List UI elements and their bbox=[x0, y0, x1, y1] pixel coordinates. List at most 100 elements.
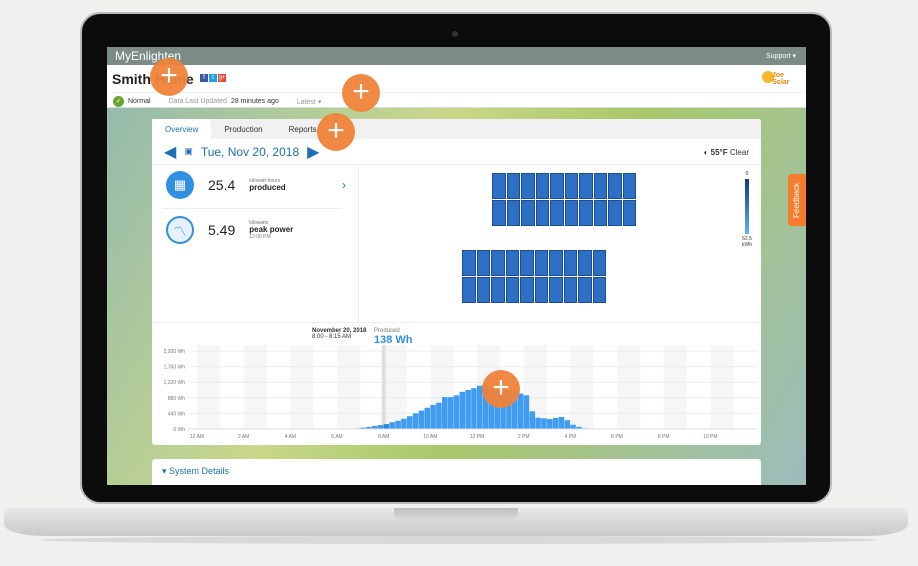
solar-panel[interactable] bbox=[592, 277, 606, 303]
chevron-right-icon[interactable]: › bbox=[342, 178, 346, 192]
solar-panel[interactable] bbox=[491, 250, 505, 276]
solar-panel[interactable] bbox=[534, 277, 548, 303]
latest-dropdown[interactable]: Latest ▾ bbox=[297, 98, 322, 106]
legend-gradient bbox=[745, 179, 749, 234]
heat-legend: 0 62.5 kWh bbox=[737, 171, 757, 248]
solar-panel[interactable] bbox=[505, 277, 519, 303]
top-bar: MyEnlighten Support ▾ bbox=[107, 47, 806, 65]
x-tick-label: 6 AM bbox=[331, 434, 342, 440]
chart-bar bbox=[401, 418, 407, 429]
peak-value: 5.49 bbox=[208, 222, 236, 238]
solar-panel[interactable] bbox=[563, 250, 577, 276]
solar-panel[interactable] bbox=[534, 250, 548, 276]
system-details-toggle[interactable]: ▾ System Details bbox=[152, 459, 761, 485]
chart-bar bbox=[552, 418, 559, 429]
grid-band bbox=[570, 345, 594, 429]
solar-panel[interactable] bbox=[476, 250, 490, 276]
support-menu[interactable]: Support ▾ bbox=[766, 52, 796, 60]
feedback-button[interactable]: Feedback bbox=[788, 174, 806, 226]
solar-panel[interactable] bbox=[506, 173, 520, 199]
solar-panel[interactable] bbox=[579, 173, 593, 199]
stats-panel: ▦ 25.4 kilowatt-hours produced › 〽 5.49 k… bbox=[152, 166, 359, 321]
solar-panel[interactable] bbox=[505, 250, 519, 276]
facebook-icon[interactable]: f bbox=[200, 74, 208, 82]
legend-unit: kWh bbox=[742, 242, 752, 248]
solar-panel[interactable] bbox=[564, 173, 578, 199]
peak-power-stat: 〽 5.49 kilowatts peak power 12:00 PM bbox=[166, 216, 293, 244]
solar-panel[interactable] bbox=[520, 250, 534, 276]
solar-panel[interactable] bbox=[549, 277, 563, 303]
chart-bar bbox=[547, 419, 553, 429]
solar-panel[interactable] bbox=[564, 200, 578, 226]
last-updated-value: 28 minutes ago bbox=[230, 98, 279, 105]
solar-panel[interactable] bbox=[608, 173, 622, 199]
panel-array-1[interactable] bbox=[492, 173, 636, 226]
solar-panel[interactable] bbox=[578, 277, 592, 303]
check-icon: ✓ bbox=[113, 96, 124, 107]
chart-bar bbox=[395, 420, 401, 429]
solar-panel[interactable] bbox=[476, 277, 490, 303]
x-tick-label: 10 AM bbox=[423, 434, 437, 440]
twitter-icon[interactable]: t bbox=[209, 74, 217, 82]
next-day-icon[interactable]: ▶ bbox=[307, 142, 319, 162]
solar-panel[interactable] bbox=[563, 277, 577, 303]
chart-bar bbox=[541, 418, 547, 429]
chart-bar bbox=[442, 397, 448, 429]
x-tick-label: 8 AM bbox=[378, 434, 389, 440]
solar-panel[interactable] bbox=[550, 173, 564, 199]
prev-day-icon[interactable]: ◀ bbox=[164, 142, 176, 162]
solar-panel[interactable] bbox=[491, 277, 505, 303]
solar-panel[interactable] bbox=[462, 250, 476, 276]
solar-panel[interactable] bbox=[521, 173, 535, 199]
date-bar: ◀ ▣ Tue, Nov 20, 2018 ▶ ◐ 55°F Clear bbox=[152, 139, 761, 165]
x-tick-label: 2 AM bbox=[238, 434, 249, 440]
chart-svg[interactable]: 0 Wh 440 Wh 880 Wh 1,320 Wh 1,760 Wh 2,200 Wh… bbox=[152, 323, 761, 446]
solar-panel[interactable] bbox=[549, 250, 563, 276]
tab-overview[interactable]: Overview bbox=[152, 119, 212, 139]
energy-produced-stat[interactable]: ▦ 25.4 kilowatt-hours produced › bbox=[166, 171, 346, 199]
chart-bar bbox=[558, 416, 565, 429]
social-links: f t g+ bbox=[200, 74, 226, 82]
grid-band bbox=[290, 345, 314, 429]
google-plus-icon[interactable]: g+ bbox=[218, 74, 226, 82]
solar-panel[interactable] bbox=[608, 200, 622, 226]
moon-icon: ◐ bbox=[703, 148, 709, 157]
solar-panel[interactable] bbox=[579, 200, 593, 226]
solar-panel[interactable] bbox=[535, 173, 549, 199]
chart-bar bbox=[465, 390, 471, 429]
solar-panel[interactable] bbox=[506, 200, 520, 226]
solar-panel[interactable] bbox=[593, 173, 607, 199]
solar-panel[interactable] bbox=[593, 200, 607, 226]
hotspot-marker[interactable]: + bbox=[317, 113, 355, 151]
solar-panel[interactable] bbox=[492, 173, 506, 199]
chart-bar bbox=[453, 395, 460, 429]
y-tick-label: 0 Wh bbox=[173, 427, 185, 433]
solar-panel[interactable] bbox=[520, 277, 534, 303]
solar-panel[interactable] bbox=[592, 250, 606, 276]
solar-panel[interactable] bbox=[550, 200, 564, 226]
solar-panel[interactable] bbox=[535, 200, 549, 226]
calendar-icon[interactable]: ▣ bbox=[184, 146, 193, 157]
peak-label: peak power bbox=[249, 225, 294, 234]
x-tick-label: 2 PM bbox=[518, 434, 530, 440]
solar-panel[interactable] bbox=[622, 200, 636, 226]
x-tick-label: 10 PM bbox=[703, 434, 717, 440]
chart-bar bbox=[459, 391, 466, 429]
solar-panel[interactable] bbox=[622, 173, 636, 199]
chart-bar bbox=[436, 402, 442, 429]
hotspot-marker[interactable]: + bbox=[482, 370, 520, 408]
tab-production[interactable]: Production bbox=[211, 119, 275, 139]
chart-bar bbox=[529, 411, 536, 429]
chart-bar bbox=[377, 425, 384, 429]
y-tick-label: 880 Wh bbox=[168, 396, 185, 402]
hotspot-marker[interactable]: + bbox=[342, 74, 380, 112]
solar-panel[interactable] bbox=[492, 200, 506, 226]
hotspot-marker[interactable]: + bbox=[150, 58, 188, 96]
chart-bar bbox=[564, 420, 571, 429]
panel-array-2[interactable] bbox=[462, 250, 606, 303]
solar-panel[interactable] bbox=[578, 250, 592, 276]
solar-panel[interactable] bbox=[521, 200, 535, 226]
overview-card: Overview Production Reports ◀ ▣ Tue, Nov… bbox=[152, 119, 761, 445]
solar-panel[interactable] bbox=[462, 277, 476, 303]
chart-bar bbox=[447, 397, 454, 429]
